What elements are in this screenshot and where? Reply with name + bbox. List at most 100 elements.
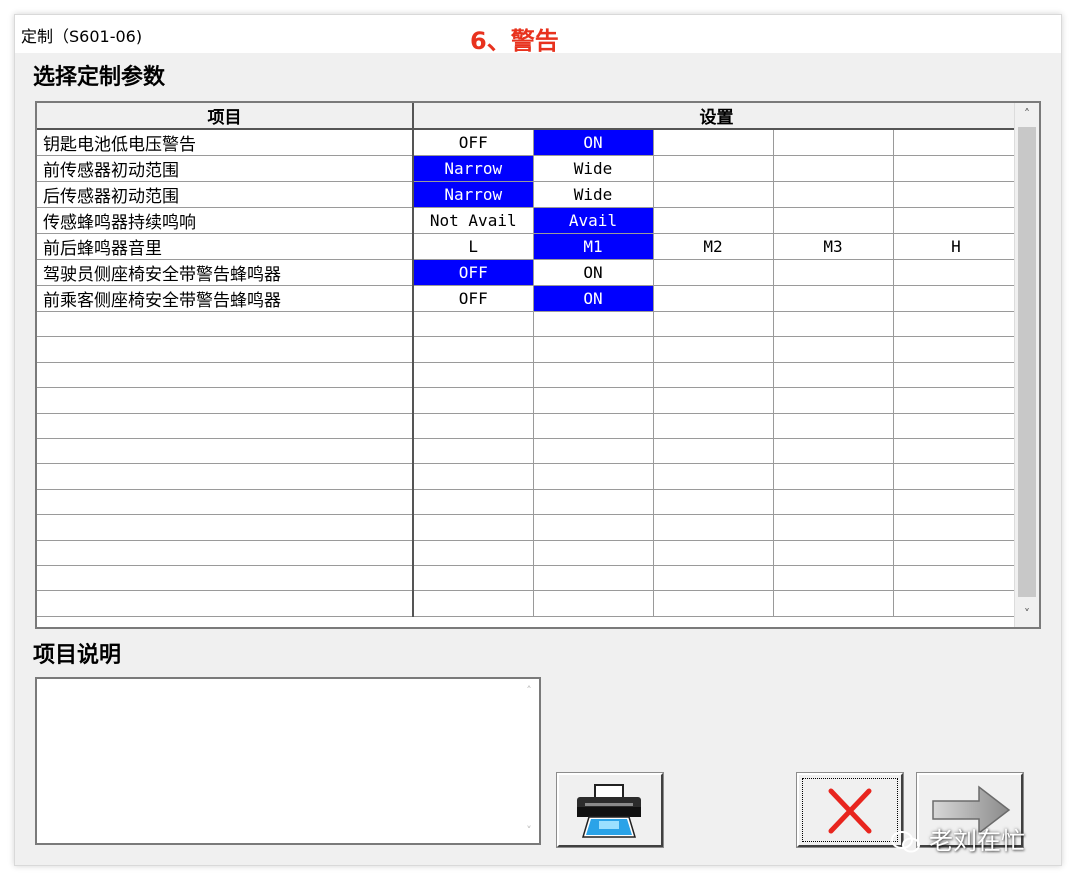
setting-option[interactable]: L xyxy=(413,233,534,260)
setting-option[interactable]: OFF xyxy=(413,259,534,286)
setting-option[interactable]: ON xyxy=(533,129,654,156)
setting-option[interactable]: ON xyxy=(533,285,654,312)
table-row xyxy=(37,590,1020,617)
empty-cell xyxy=(533,387,654,414)
setting-option xyxy=(653,181,774,208)
empty-cell xyxy=(413,590,534,617)
table-row xyxy=(37,489,1020,516)
setting-option[interactable]: Narrow xyxy=(413,155,534,182)
column-header-item: 项目 xyxy=(37,103,414,130)
item-label[interactable]: 后传感器初动范围 xyxy=(37,181,414,208)
empty-cell xyxy=(37,489,414,516)
setting-option[interactable]: OFF xyxy=(413,129,534,156)
setting-option[interactable]: H xyxy=(893,233,1020,260)
empty-cell xyxy=(413,311,534,338)
scroll-down-icon[interactable]: ˅ xyxy=(1015,603,1039,625)
empty-cell xyxy=(773,514,894,541)
print-button[interactable] xyxy=(556,772,664,848)
empty-cell xyxy=(653,540,774,566)
empty-cell xyxy=(773,463,894,490)
empty-cell xyxy=(893,336,1020,363)
setting-option xyxy=(893,155,1020,182)
empty-cell xyxy=(37,565,414,592)
empty-cell xyxy=(773,565,894,592)
setting-option xyxy=(653,155,774,182)
setting-option[interactable]: ON xyxy=(533,259,654,286)
setting-option[interactable]: Wide xyxy=(533,181,654,208)
table-row xyxy=(37,565,1020,592)
empty-cell xyxy=(37,514,414,541)
empty-cell xyxy=(37,311,414,338)
empty-cell xyxy=(37,413,414,439)
empty-cell xyxy=(773,311,894,338)
empty-cell xyxy=(37,540,414,566)
params-scrollbar[interactable]: ˄ ˅ xyxy=(1014,103,1039,627)
empty-cell xyxy=(653,362,774,389)
empty-cell xyxy=(893,565,1020,592)
empty-cell xyxy=(653,565,774,592)
item-label[interactable]: 钥匙电池低电压警告 xyxy=(37,129,414,156)
empty-cell xyxy=(37,336,414,363)
empty-cell xyxy=(533,413,654,439)
table-row[interactable]: 前后蜂鸣器音里 L M1 M2 M3 H xyxy=(37,233,1020,260)
setting-option[interactable]: Avail xyxy=(533,207,654,234)
table-row xyxy=(37,311,1020,338)
setting-option xyxy=(893,259,1020,286)
empty-cell xyxy=(533,438,654,465)
wechat-icon xyxy=(891,831,920,853)
item-label[interactable]: 前传感器初动范围 xyxy=(37,155,414,182)
params-grid[interactable]: 项目 设置 钥匙电池低电压警告 OFF ON 前传感器初动范围 Narrow Wide 后传… xyxy=(35,101,1041,629)
table-row[interactable]: 后传感器初动范围 Narrow Wide xyxy=(37,181,1020,208)
table-row[interactable]: 前传感器初动范围 Narrow Wide xyxy=(37,155,1020,182)
setting-option xyxy=(653,259,774,286)
empty-cell xyxy=(533,540,654,566)
setting-option xyxy=(893,285,1020,312)
empty-cell xyxy=(533,489,654,516)
cancel-button[interactable] xyxy=(796,772,904,848)
empty-cell xyxy=(893,362,1020,389)
customize-dialog: 定制（S601-06) 6、警告 选择定制参数 项目 设置 钥匙电池低电压警告 O… xyxy=(14,14,1062,866)
empty-cell xyxy=(773,387,894,414)
setting-option xyxy=(773,207,894,234)
setting-option[interactable]: OFF xyxy=(413,285,534,312)
table-row[interactable]: 驾驶员侧座椅安全带警告蜂鸣器 OFF ON xyxy=(37,259,1020,286)
description-scrollbar[interactable]: ˄ ˅ xyxy=(519,679,539,843)
empty-cell xyxy=(413,387,534,414)
desc-scroll-down-icon[interactable]: ˅ xyxy=(519,821,539,841)
empty-cell xyxy=(37,438,414,465)
annotation-label: 6、警告 xyxy=(470,27,559,55)
table-row[interactable]: 钥匙电池低电压警告 OFF ON xyxy=(37,129,1020,156)
empty-cell xyxy=(413,565,534,592)
setting-option[interactable]: Narrow xyxy=(413,181,534,208)
item-label[interactable]: 前后蜂鸣器音里 xyxy=(37,233,414,260)
item-label[interactable]: 驾驶员侧座椅安全带警告蜂鸣器 xyxy=(37,259,414,286)
empty-cell xyxy=(533,311,654,338)
setting-option[interactable]: M2 xyxy=(653,233,774,260)
setting-option xyxy=(893,129,1020,156)
desc-scroll-up-icon[interactable]: ˄ xyxy=(519,681,539,701)
empty-cell xyxy=(653,336,774,363)
empty-cell xyxy=(893,311,1020,338)
setting-option[interactable]: Wide xyxy=(533,155,654,182)
watermark-text: 老刘在忙 xyxy=(929,827,1025,855)
setting-option[interactable]: M3 xyxy=(773,233,894,260)
empty-cell xyxy=(533,514,654,541)
description-textbox[interactable]: ˄ ˅ xyxy=(35,677,541,845)
setting-option[interactable]: Not Avail xyxy=(413,207,534,234)
setting-option[interactable]: M1 xyxy=(533,233,654,260)
table-row xyxy=(37,413,1020,439)
empty-cell xyxy=(653,387,774,414)
table-row[interactable]: 传感蜂鸣器持续鸣响 Not Avail Avail xyxy=(37,207,1020,234)
empty-cell xyxy=(37,387,414,414)
setting-option xyxy=(773,155,894,182)
table-row xyxy=(37,362,1020,389)
empty-cell xyxy=(893,489,1020,516)
window-title: 定制（S601-06) xyxy=(21,27,143,46)
item-label[interactable]: 前乘客侧座椅安全带警告蜂鸣器 xyxy=(37,285,414,312)
column-header-setting: 设置 xyxy=(413,103,1019,130)
scroll-thumb[interactable] xyxy=(1018,127,1036,597)
empty-cell xyxy=(893,540,1020,566)
table-row[interactable]: 前乘客侧座椅安全带警告蜂鸣器 OFF ON xyxy=(37,285,1020,312)
item-label[interactable]: 传感蜂鸣器持续鸣响 xyxy=(37,207,414,234)
scroll-up-icon[interactable]: ˄ xyxy=(1015,103,1039,125)
